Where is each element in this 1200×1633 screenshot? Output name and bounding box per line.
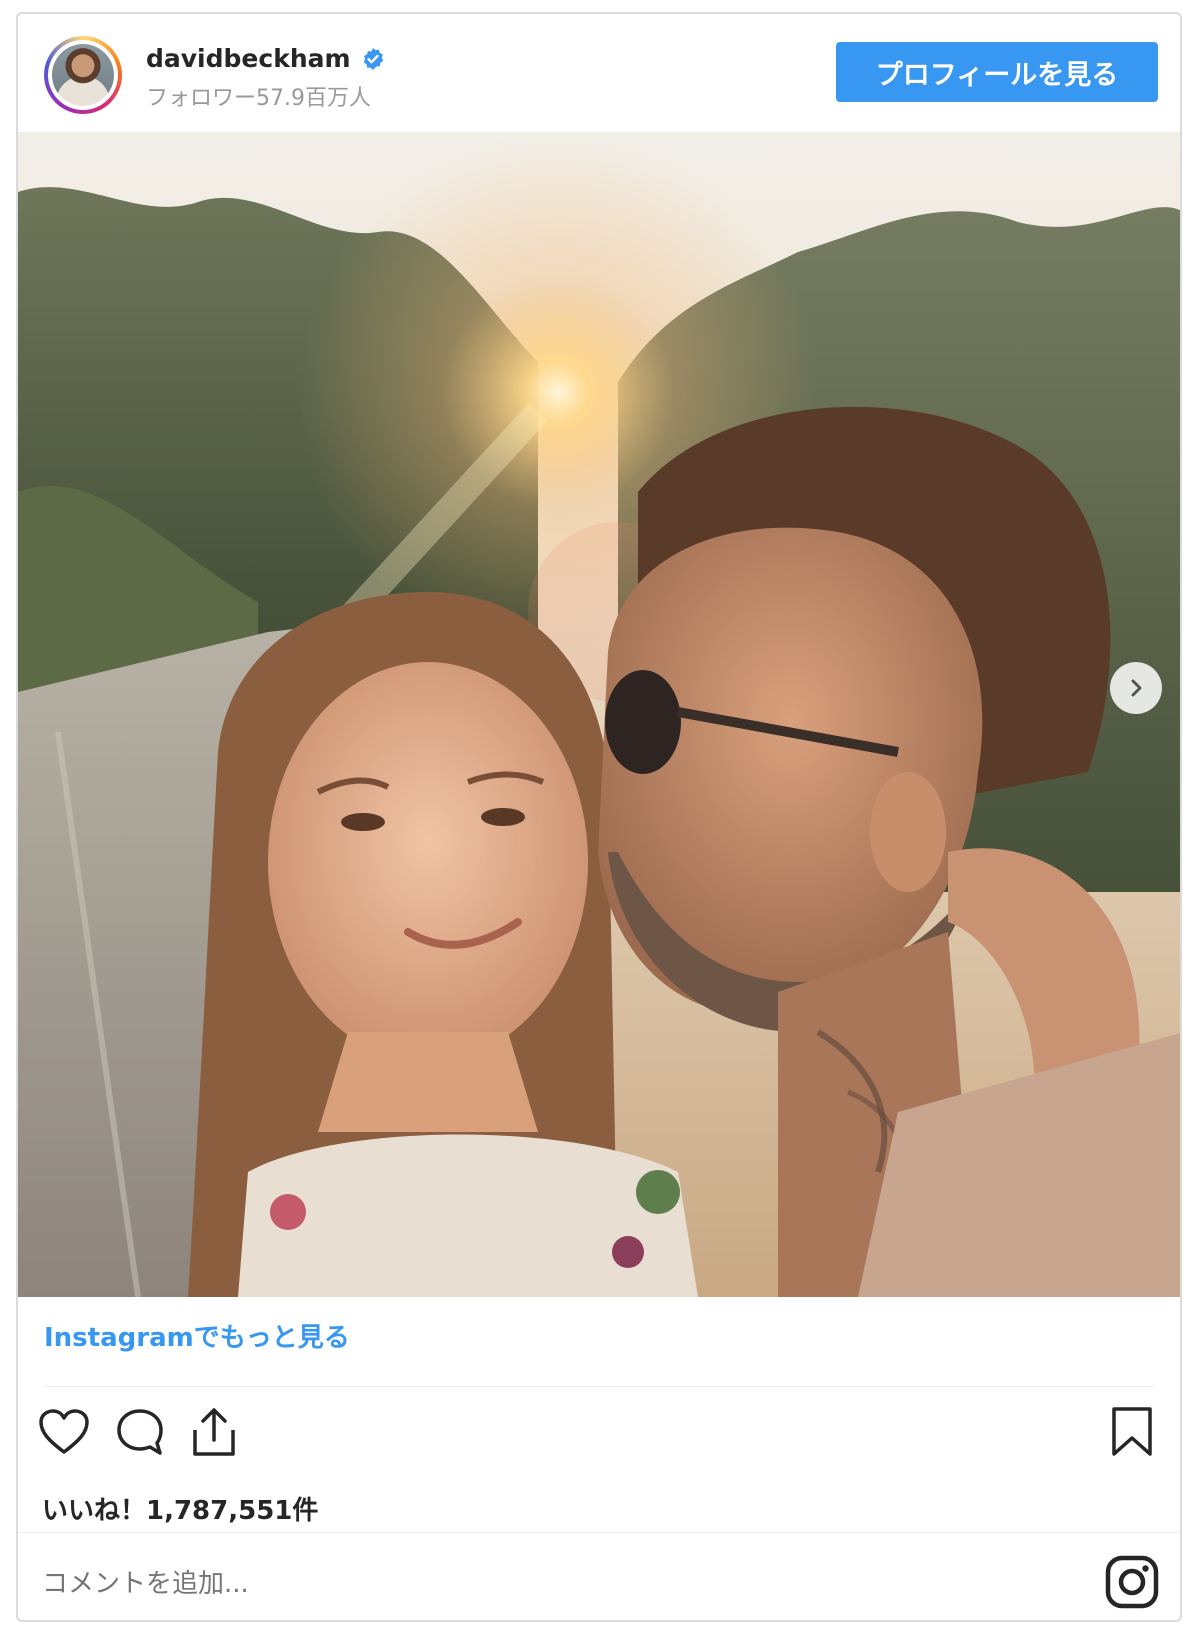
avatar-image [52,44,114,106]
view-profile-button[interactable]: プロフィールを見る [836,42,1158,102]
share-button[interactable] [186,1404,242,1460]
username[interactable]: davidbeckham [146,44,351,73]
bookmark-icon [1112,1407,1152,1456]
follower-count: フォロワー57.9百万人 [146,86,371,111]
divider [18,1532,1180,1533]
comment-button[interactable] [112,1404,168,1460]
instagram-embed-card: davidbeckham フォロワー57.9百万人 プロフィールを見る Inst… [16,12,1182,1622]
share-icon [193,1408,235,1456]
heart-icon [39,1409,89,1454]
view-more-on-instagram-link[interactable]: Instagramでもっと見る [44,1317,350,1354]
username-row[interactable]: davidbeckham [146,44,385,73]
comment-input[interactable] [42,1554,742,1614]
verified-badge-icon [363,47,383,70]
like-button[interactable] [36,1404,92,1460]
action-bar [18,1404,1180,1474]
divider [44,1386,1154,1387]
save-button[interactable] [1104,1404,1160,1460]
photo-illustration [18,132,1180,1297]
instagram-logo-icon[interactable] [1104,1554,1160,1610]
avatar[interactable] [44,36,122,114]
post-header: davidbeckham フォロワー57.9百万人 プロフィールを見る [18,14,1180,132]
like-count: いいね！1,787,551件 [42,1496,319,1526]
chevron-right-icon [1131,679,1142,697]
post-photo[interactable] [18,132,1180,1297]
next-photo-button[interactable] [1110,662,1162,714]
comment-bubble-icon [117,1409,163,1455]
